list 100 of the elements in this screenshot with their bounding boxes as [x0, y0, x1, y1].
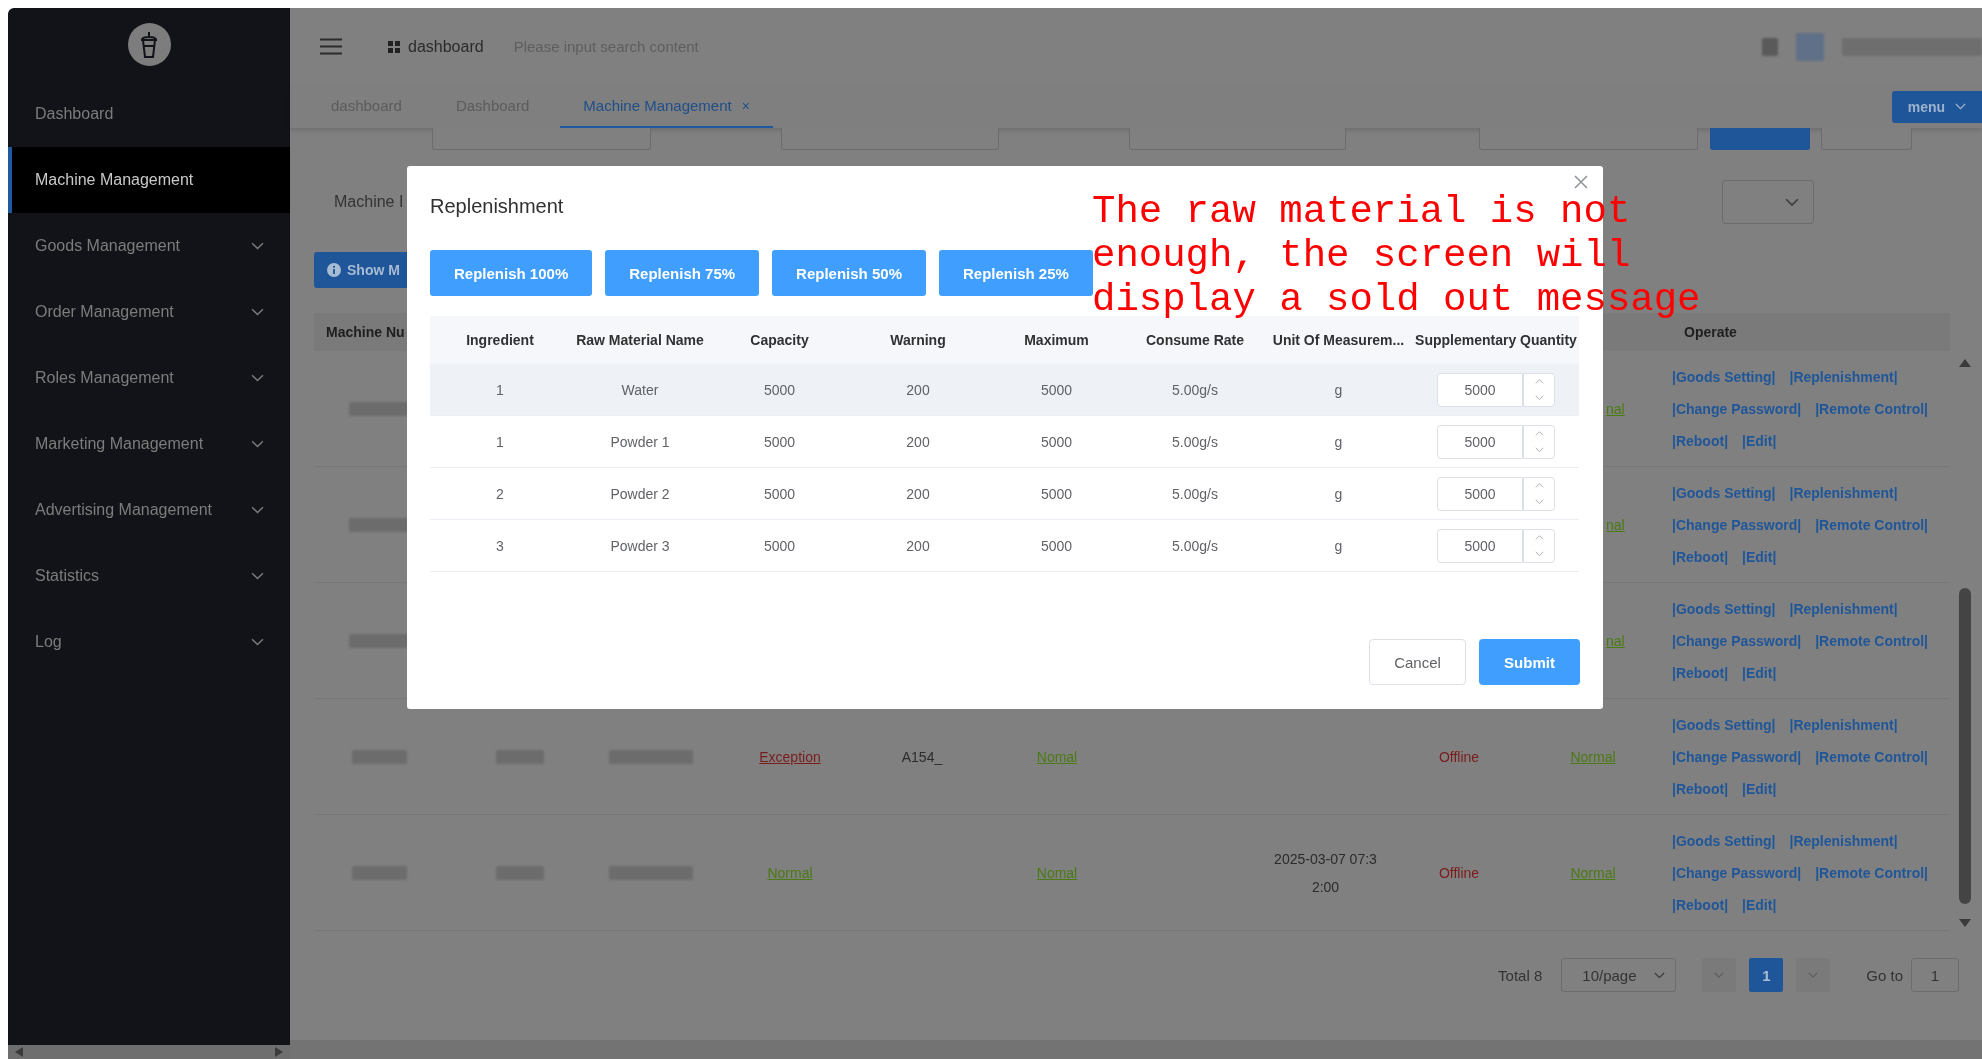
replenish-button[interactable]: Replenish 100%: [430, 250, 593, 296]
chevron-up-icon[interactable]: [1534, 482, 1544, 488]
cup-logo-icon: [127, 23, 171, 66]
sidebar-item[interactable]: Advertising Management: [8, 477, 290, 543]
menu-button[interactable]: menu: [1892, 90, 1982, 123]
goto-field[interactable]: 1: [1911, 958, 1959, 992]
action-link[interactable]: |Goods Setting|: [1672, 829, 1776, 852]
status-link[interactable]: nal: [1606, 516, 1625, 533]
action-link[interactable]: |Replenishment|: [1789, 481, 1898, 504]
page-size-select[interactable]: 10/page: [1561, 958, 1677, 992]
sidebar-item[interactable]: Marketing Management: [8, 411, 290, 477]
action-link[interactable]: |Goods Setting|: [1672, 481, 1776, 504]
horizontal-scrollbar[interactable]: [8, 1045, 290, 1059]
scroll-right-icon[interactable]: [274, 1046, 284, 1058]
close-icon[interactable]: ×: [741, 97, 750, 114]
action-link[interactable]: |Edit|: [1742, 545, 1777, 568]
action-link[interactable]: |Change Password|: [1672, 745, 1802, 768]
action-link[interactable]: |Change Password|: [1672, 629, 1802, 652]
scroll-up-icon[interactable]: [1958, 358, 1972, 368]
number-stepper[interactable]: [1523, 528, 1555, 563]
column-header: Ingredient: [465, 332, 535, 348]
number-stepper[interactable]: [1523, 372, 1555, 407]
scroll-left-icon[interactable]: [14, 1046, 24, 1058]
scroll-down-icon[interactable]: [1958, 918, 1972, 928]
breadcrumb[interactable]: dashboard: [408, 37, 484, 56]
chevron-down-icon: [251, 242, 264, 250]
number-stepper[interactable]: [1523, 476, 1555, 511]
action-link[interactable]: |Edit|: [1742, 777, 1777, 800]
cancel-button[interactable]: Cancel: [1369, 639, 1466, 685]
table-cell-text: 2: [495, 485, 505, 502]
action-link[interactable]: |Replenishment|: [1789, 365, 1898, 388]
sidebar-item[interactable]: Order Management: [8, 279, 290, 345]
action-link[interactable]: |Replenishment|: [1789, 829, 1898, 852]
action-link[interactable]: |Remote Control|: [1815, 861, 1929, 884]
menu-icon[interactable]: [320, 38, 342, 55]
action-link[interactable]: |Reboot|: [1672, 661, 1729, 684]
quantity-field[interactable]: 5000: [1437, 424, 1523, 459]
status-link[interactable]: nal: [1606, 632, 1625, 649]
next-page-button[interactable]: [1796, 958, 1831, 992]
close-icon[interactable]: [1574, 175, 1588, 189]
action-link[interactable]: |Reboot|: [1672, 893, 1729, 916]
action-link[interactable]: |Remote Control|: [1815, 629, 1929, 652]
action-link[interactable]: |Goods Setting|: [1672, 597, 1776, 620]
online-status: Offline: [1438, 864, 1480, 881]
replenish-button[interactable]: Replenish 75%: [605, 250, 760, 296]
status-link[interactable]: nal: [1606, 400, 1625, 417]
page-button[interactable]: 1: [1749, 958, 1784, 992]
table-cell-text: 5000: [1039, 381, 1074, 398]
status-link[interactable]: Nomal: [1036, 864, 1078, 881]
action-link[interactable]: |Goods Setting|: [1672, 713, 1776, 736]
prev-page-button[interactable]: [1702, 958, 1737, 992]
action-link[interactable]: |Replenishment|: [1789, 713, 1898, 736]
sidebar-item[interactable]: Roles Management: [8, 345, 290, 411]
online-status: Offline: [1438, 748, 1480, 765]
field-label: Machine I: [334, 193, 404, 211]
sidebar-item[interactable]: Dashboard: [8, 81, 290, 147]
action-link[interactable]: |Edit|: [1742, 661, 1777, 684]
status-link[interactable]: Normal: [1570, 748, 1616, 765]
action-link[interactable]: |Remote Control|: [1815, 513, 1929, 536]
action-link[interactable]: |Change Password|: [1672, 397, 1802, 420]
chevron-right-icon: [1808, 972, 1819, 978]
action-link[interactable]: |Remote Control|: [1815, 745, 1929, 768]
status-link[interactable]: Normal: [767, 864, 813, 881]
status-link[interactable]: Exception: [759, 748, 821, 765]
quantity-field[interactable]: 5000: [1437, 528, 1523, 563]
action-link[interactable]: |Reboot|: [1672, 777, 1729, 800]
replenish-button[interactable]: Replenish 25%: [938, 250, 1093, 296]
chevron-up-icon[interactable]: [1534, 378, 1544, 384]
search-button[interactable]: [1710, 128, 1810, 150]
action-link[interactable]: |Change Password|: [1672, 513, 1802, 536]
sidebar-item[interactable]: Statistics: [8, 543, 290, 609]
action-link[interactable]: |Remote Control|: [1815, 397, 1929, 420]
chevron-down-icon: [1534, 498, 1544, 505]
select-field[interactable]: [1722, 180, 1814, 224]
vertical-scrollbar[interactable]: [1957, 358, 1973, 928]
sidebar-item[interactable]: Goods Management: [8, 213, 290, 279]
chevron-up-icon[interactable]: [1534, 534, 1544, 540]
action-link[interactable]: |Reboot|: [1672, 545, 1729, 568]
action-link[interactable]: |Change Password|: [1672, 861, 1802, 884]
show-button[interactable]: Show M: [314, 252, 407, 288]
quantity-field[interactable]: 5000: [1437, 372, 1523, 407]
sidebar-item[interactable]: Machine Management: [8, 147, 290, 213]
action-link[interactable]: |Edit|: [1742, 893, 1777, 916]
number-stepper[interactable]: [1523, 424, 1555, 459]
submit-button[interactable]: Submit: [1479, 639, 1580, 685]
table-cell-text: 5000: [762, 433, 797, 450]
chevron-left-icon: [1714, 972, 1725, 978]
chevron-down-icon: [251, 440, 264, 448]
chevron-up-icon[interactable]: [1534, 430, 1544, 436]
action-link[interactable]: |Replenishment|: [1789, 597, 1898, 620]
status-link[interactable]: Normal: [1570, 864, 1616, 881]
action-link[interactable]: |Edit|: [1742, 429, 1777, 452]
action-link[interactable]: |Goods Setting|: [1672, 365, 1776, 388]
quantity-field[interactable]: 5000: [1437, 476, 1523, 511]
filter-field[interactable]: [432, 128, 651, 150]
table-cell-text: 200: [905, 485, 931, 502]
status-link[interactable]: Nomal: [1036, 748, 1078, 765]
replenish-button[interactable]: Replenish 50%: [772, 250, 926, 296]
action-link[interactable]: |Reboot|: [1672, 429, 1729, 452]
sidebar-item[interactable]: Log: [8, 609, 290, 675]
